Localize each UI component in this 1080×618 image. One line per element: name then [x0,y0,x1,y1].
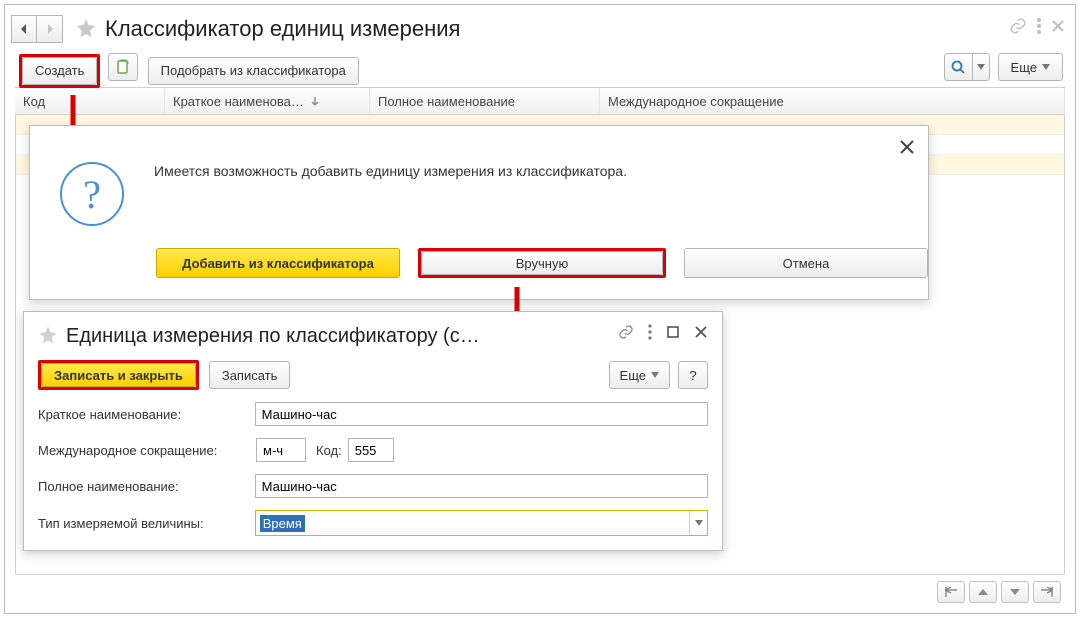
main-toolbar: Создать Подобрать из классификатора Еще [5,47,1075,87]
short-name-label: Краткое наименование: [38,407,255,422]
link-icon[interactable] [1009,17,1027,38]
manual-button-highlight: Вручную [418,248,666,278]
pick-from-classifier-button[interactable]: Подобрать из классификатора [148,57,359,85]
full-name-label: Полное наименование: [38,479,255,494]
window-header: Классификатор единиц измерения [5,11,1075,47]
create-button-highlight: Создать [19,54,100,88]
write-button[interactable]: Записать [209,361,291,389]
write-close-highlight: Записать и закрыть [38,360,199,390]
sort-asc-icon [310,94,320,109]
col-intl-header[interactable]: Международное сокращение [600,88,1065,114]
write-and-close-button[interactable]: Записать и закрыть [41,363,196,387]
maximize-icon[interactable] [666,325,680,342]
table-header: Код Краткое наименова… Полное наименован… [15,87,1065,115]
help-button[interactable]: ? [678,361,708,389]
cancel-button[interactable]: Отмена [684,248,928,278]
more-button[interactable]: Еще [998,53,1063,81]
add-from-classifier-button[interactable]: Добавить из классификатора [156,248,400,278]
window-close-icon[interactable] [1051,19,1065,36]
col-short-header[interactable]: Краткое наименова… [165,88,370,114]
code-label: Код: [316,443,342,458]
create-copy-button[interactable] [108,53,138,81]
header-right-controls [1009,17,1065,38]
favorite-star-icon[interactable] [75,17,97,42]
question-icon: ? [60,162,124,226]
intl-abbr-input[interactable] [256,438,306,462]
favorite-star-icon[interactable] [38,325,58,348]
measure-type-value: Время [260,515,305,532]
page-title: Классификатор единиц измерения [105,16,460,42]
nav-up-button[interactable] [969,581,997,603]
search-icon [944,53,972,81]
more-vert-icon[interactable] [1037,18,1041,37]
full-name-input[interactable] [255,474,708,498]
dialog-close-icon[interactable] [898,138,916,159]
create-button[interactable]: Создать [22,57,97,85]
dialog-title: Единица измерения по классификатору (с… [66,325,480,348]
nav-last-button[interactable] [1033,581,1061,603]
measure-type-select[interactable]: Время [255,510,708,536]
intl-abbr-label: Международное сокращение: [38,443,256,458]
unit-edit-dialog: Единица измерения по классификатору (с… … [23,311,723,551]
add-method-dialog: ? Имеется возможность добавить единицу и… [29,125,929,300]
dialog-close-icon[interactable] [694,325,708,342]
chevron-down-icon [689,511,707,535]
short-name-input[interactable] [255,402,708,426]
dialog-text: Имеется возможность добавить единицу изм… [154,162,627,226]
nav-back-button[interactable] [11,15,37,43]
code-input[interactable] [348,438,394,462]
nav-first-button[interactable] [937,581,965,603]
col-code-header[interactable]: Код [15,88,165,114]
link-icon[interactable] [618,324,634,343]
nav-forward-button[interactable] [37,15,63,43]
manual-button[interactable]: Вручную [421,251,663,275]
col-full-header[interactable]: Полное наименование [370,88,600,114]
nav-down-button[interactable] [1001,581,1029,603]
more-button[interactable]: Еще [609,361,670,389]
chevron-down-icon [972,53,990,81]
more-vert-icon[interactable] [648,324,652,343]
more-button-label: Еще [1011,60,1037,75]
measure-type-label: Тип измеряемой величины: [38,516,255,531]
search-dropdown[interactable] [944,53,990,81]
list-nav-controls [933,581,1061,603]
